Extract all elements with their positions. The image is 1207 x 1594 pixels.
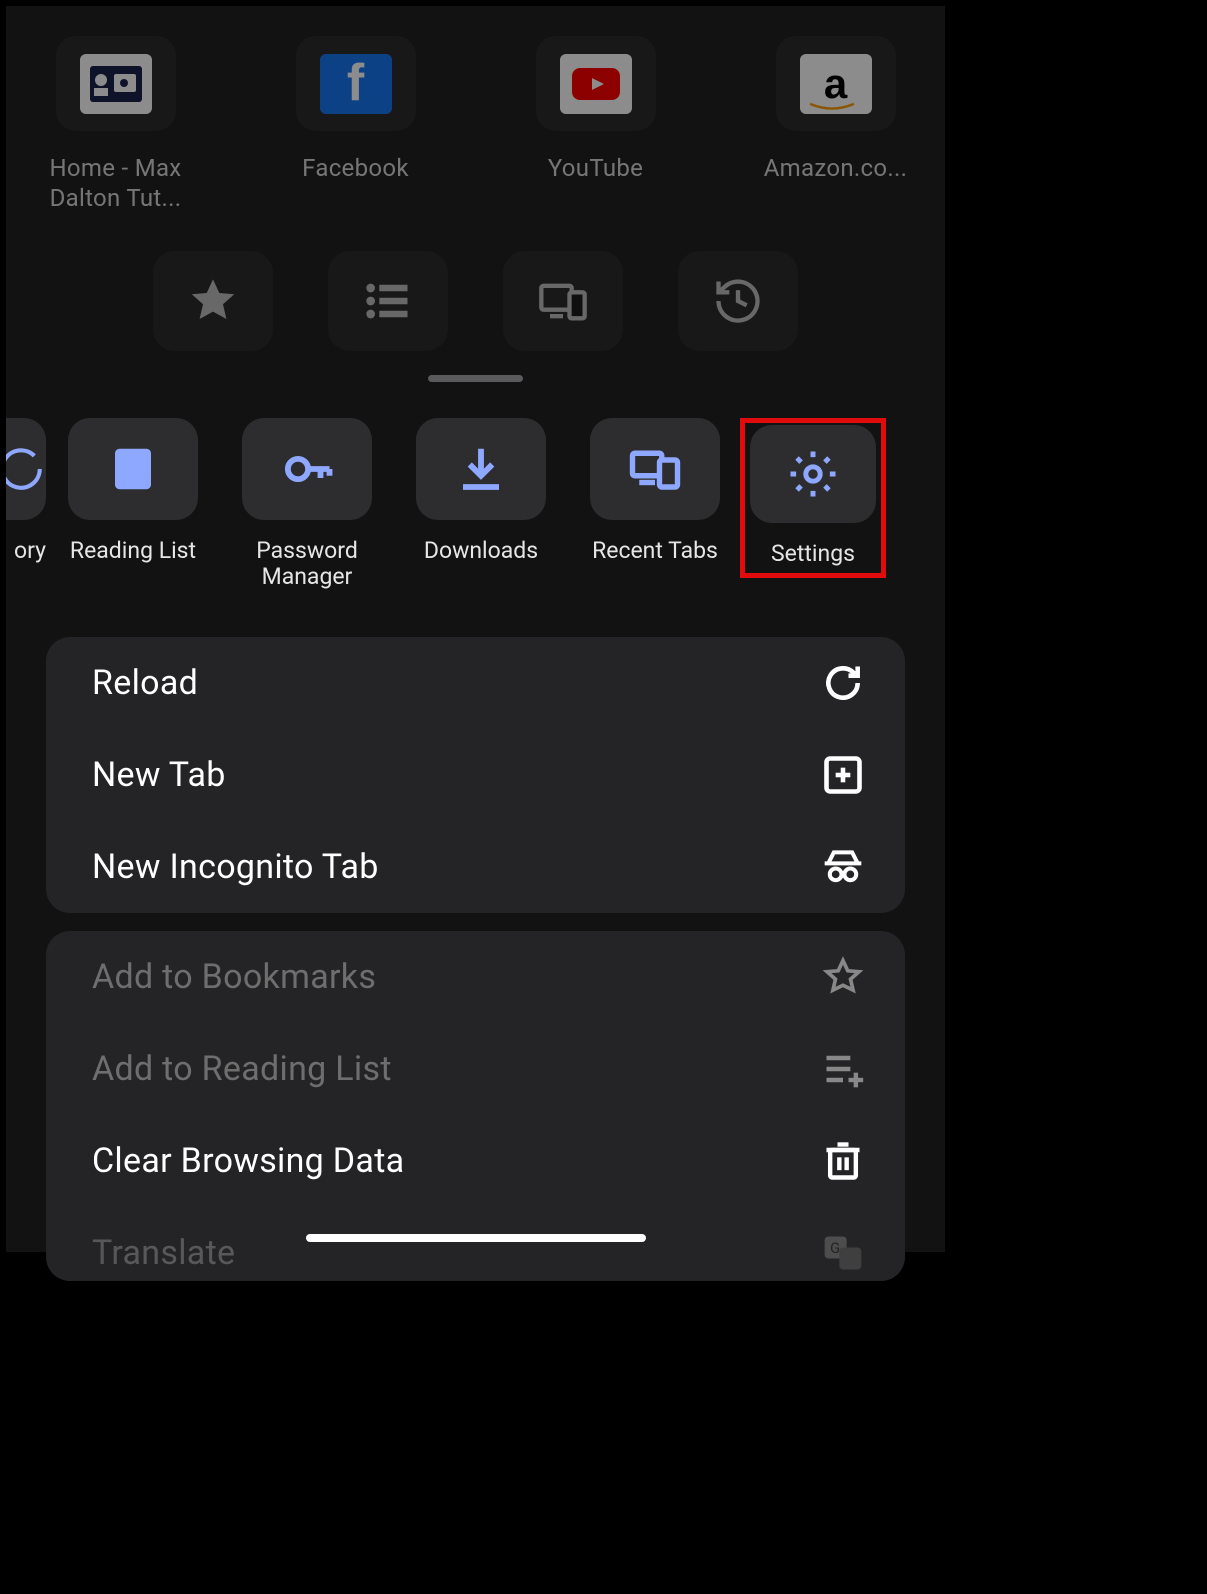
shortcut-favicon-wrap <box>536 36 656 131</box>
home-indicator[interactable] <box>306 1234 646 1242</box>
carousel-item-history[interactable]: ory <box>6 418 46 564</box>
tile-recent-tabs[interactable] <box>503 251 623 351</box>
screen: Home - Max Dalton Tut... f Facebook YouT… <box>0 0 951 1258</box>
reload-icon <box>821 661 865 705</box>
list-icon <box>362 275 414 327</box>
carousel-item-reading-list[interactable]: Reading List <box>46 418 220 564</box>
favicon-facebook: f <box>320 54 392 114</box>
menu-label: Clear Browsing Data <box>92 1141 404 1181</box>
shortcut-favicon-wrap: f <box>296 36 416 131</box>
carousel-item-password-manager[interactable]: Password Manager <box>220 418 394 591</box>
reading-list-icon <box>68 418 198 520</box>
carousel-label: ory <box>14 538 46 564</box>
gear-icon <box>750 425 876 523</box>
shortcut-label: Facebook <box>302 153 409 183</box>
actions-carousel[interactable]: ory Reading List Password Manager Downlo… <box>6 382 945 619</box>
menu-panel-secondary: Add to Bookmarks Add to Reading List Cle… <box>46 931 905 1281</box>
sheet-grabber[interactable] <box>428 375 523 382</box>
key-icon <box>242 418 372 520</box>
carousel-label: Recent Tabs <box>592 538 718 564</box>
carousel-label: Reading List <box>70 538 196 564</box>
devices-icon <box>590 418 720 520</box>
tile-bookmarks[interactable] <box>153 251 273 351</box>
suggestion-tiles <box>6 251 945 351</box>
carousel-label: Password Manager <box>227 538 387 591</box>
menu-label: New Tab <box>92 755 226 795</box>
menu-add-to-reading-list[interactable]: Add to Reading List <box>46 1023 905 1115</box>
menu-translate[interactable]: Translate G <box>46 1207 905 1281</box>
new-tab-background: Home - Max Dalton Tut... f Facebook YouT… <box>6 6 945 351</box>
menu-label: Add to Bookmarks <box>92 957 376 997</box>
carousel-label: Downloads <box>424 538 538 564</box>
favicon-maxdalton <box>80 54 152 114</box>
menu-add-to-bookmarks[interactable]: Add to Bookmarks <box>46 931 905 1023</box>
carousel-label: Settings <box>771 541 855 567</box>
devices-icon <box>537 275 589 327</box>
history-icon <box>712 275 764 327</box>
menu-label: New Incognito Tab <box>92 847 379 887</box>
carousel-item-settings[interactable]: Settings <box>740 418 886 578</box>
shortcut-item[interactable]: YouTube <box>516 36 676 213</box>
shortcut-favicon-wrap <box>56 36 176 131</box>
star-outline-icon <box>821 955 865 999</box>
star-icon <box>187 275 239 327</box>
menu-reload[interactable]: Reload <box>46 637 905 729</box>
tile-reading-list[interactable] <box>328 251 448 351</box>
shortcut-label: YouTube <box>548 153 643 183</box>
menu-new-tab[interactable]: New Tab <box>46 729 905 821</box>
trash-icon <box>821 1139 865 1183</box>
shortcut-label: Home - Max Dalton Tut... <box>36 153 196 213</box>
new-tab-icon <box>821 753 865 797</box>
translate-icon: G <box>821 1231 865 1275</box>
history-icon <box>6 418 46 520</box>
favicon-amazon: a <box>800 54 872 114</box>
menu-clear-browsing-data[interactable]: Clear Browsing Data <box>46 1115 905 1207</box>
shortcut-favicon-wrap: a <box>776 36 896 131</box>
menu-new-incognito-tab[interactable]: New Incognito Tab <box>46 821 905 913</box>
menu-label: Add to Reading List <box>92 1049 392 1089</box>
tile-history[interactable] <box>678 251 798 351</box>
download-icon <box>416 418 546 520</box>
shortcut-item[interactable]: Home - Max Dalton Tut... <box>36 36 196 213</box>
menu-panel-primary: Reload New Tab New Incognito Tab <box>46 637 905 913</box>
svg-text:G: G <box>830 1239 841 1257</box>
carousel-item-downloads[interactable]: Downloads <box>394 418 568 564</box>
shortcut-item[interactable]: a Amazon.co... <box>756 36 916 213</box>
favicon-youtube <box>560 54 632 114</box>
shortcut-item[interactable]: f Facebook <box>276 36 436 213</box>
incognito-icon <box>821 845 865 889</box>
list-add-icon <box>821 1047 865 1091</box>
shortcut-label: Amazon.co... <box>764 153 908 183</box>
menu-label: Translate <box>92 1233 235 1273</box>
carousel-item-recent-tabs[interactable]: Recent Tabs <box>568 418 742 564</box>
shortcuts-row: Home - Max Dalton Tut... f Facebook YouT… <box>6 6 945 213</box>
menu-label: Reload <box>92 663 198 703</box>
